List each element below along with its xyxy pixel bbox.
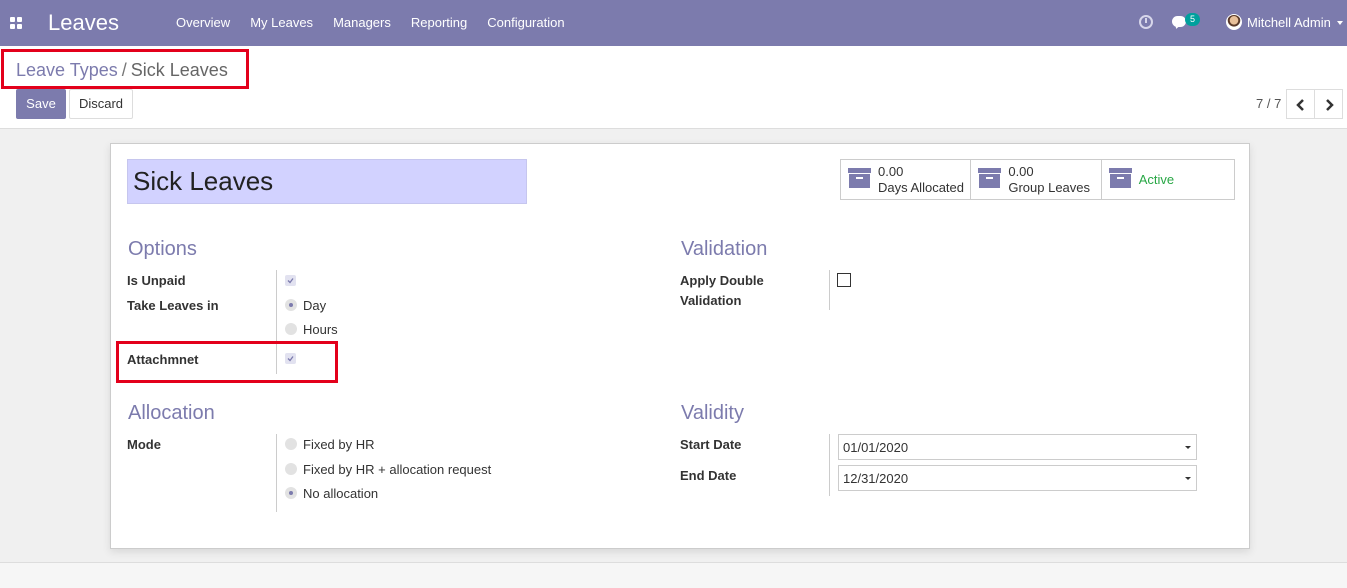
user-avatar[interactable] — [1226, 14, 1242, 30]
chevron-right-icon — [1326, 99, 1334, 111]
menu-item-configuration[interactable]: Configuration — [477, 0, 574, 46]
take-leaves-day-label[interactable]: Day — [303, 298, 326, 313]
message-count-badge: 5 — [1185, 13, 1200, 26]
group-leaves-value: 0.00 — [1008, 164, 1034, 179]
top-navbar: Leaves Overview My Leaves Managers Repor… — [0, 0, 1347, 46]
validation-section-title: Validation — [681, 238, 768, 260]
mode-fixed-by-hr-request-label[interactable]: Fixed by HR + allocation request — [303, 462, 491, 477]
pager-next-button[interactable] — [1314, 89, 1343, 119]
app-title[interactable]: Leaves — [48, 10, 119, 36]
main-menu: Overview My Leaves Managers Reporting Co… — [166, 0, 575, 46]
archive-icon — [1108, 168, 1132, 188]
days-allocated-value: 0.00 — [878, 164, 904, 179]
pager-value[interactable]: 7 / 7 — [1256, 96, 1281, 111]
menu-item-managers[interactable]: Managers — [323, 0, 401, 46]
user-menu-name[interactable]: Mitchell Admin — [1247, 15, 1331, 30]
double-validation-checkbox[interactable] — [837, 273, 851, 287]
field-separator — [276, 434, 277, 512]
start-date-value: 01/01/2020 — [843, 440, 909, 455]
is-unpaid-checkbox[interactable] — [285, 275, 296, 286]
end-date-value: 12/31/2020 — [843, 471, 909, 486]
take-leaves-hours-radio[interactable] — [285, 323, 297, 335]
checkmark-icon — [287, 278, 294, 284]
validity-section-title: Validity — [681, 402, 744, 424]
apps-grid-icon[interactable] — [10, 17, 22, 29]
activity-clock-icon[interactable] — [1139, 15, 1153, 29]
discard-button[interactable]: Discard — [69, 89, 133, 119]
days-allocated-label: Days Allocated — [878, 180, 964, 195]
dropdown-caret-icon — [1185, 446, 1191, 449]
checkmark-icon — [287, 356, 294, 362]
active-toggle-button[interactable]: Active — [1102, 160, 1234, 199]
is-unpaid-label: Is Unpaid — [127, 273, 186, 288]
mode-no-allocation-label[interactable]: No allocation — [303, 486, 378, 501]
menu-item-reporting[interactable]: Reporting — [401, 0, 477, 46]
mode-no-allocation-radio[interactable] — [285, 487, 297, 499]
breadcrumb: Leave Types / Sick Leaves — [16, 60, 228, 81]
control-panel: Leave Types / Sick Leaves Save Discard 7 /… — [0, 46, 1347, 129]
field-separator — [829, 270, 830, 310]
take-leaves-hours-label[interactable]: Hours — [303, 322, 338, 337]
group-leaves-label: Group Leaves — [1008, 180, 1091, 195]
end-date-input[interactable]: 12/31/2020 — [838, 465, 1197, 491]
start-date-label: Start Date — [680, 437, 742, 452]
leave-type-name-input[interactable]: Sick Leaves — [127, 159, 527, 204]
attachment-label: Attachmnet — [127, 352, 199, 367]
archive-icon — [848, 168, 871, 188]
field-separator — [276, 270, 277, 374]
form-sheet: Sick Leaves 0.00 Days Allocated 0.00 Gro… — [110, 143, 1250, 549]
smart-buttons-box: 0.00 Days Allocated 0.00 Group Leaves Ac… — [840, 159, 1235, 200]
options-section-title: Options — [128, 238, 197, 260]
take-leaves-day-radio[interactable] — [285, 299, 297, 311]
breadcrumb-current: Sick Leaves — [130, 60, 228, 80]
group-leaves-button[interactable]: 0.00 Group Leaves — [971, 160, 1102, 199]
take-leaves-in-label: Take Leaves in — [127, 298, 219, 313]
mode-fixed-by-hr-request-radio[interactable] — [285, 463, 297, 475]
pager-previous-button[interactable] — [1286, 89, 1315, 119]
attachment-checkbox[interactable] — [285, 353, 296, 364]
breadcrumb-leave-types[interactable]: Leave Types — [16, 60, 118, 80]
breadcrumb-separator: / — [121, 60, 127, 80]
chevron-down-icon[interactable] — [1337, 21, 1343, 25]
allocation-section-title: Allocation — [128, 402, 215, 424]
dropdown-caret-icon — [1185, 477, 1191, 480]
menu-item-my-leaves[interactable]: My Leaves — [240, 0, 323, 46]
archive-icon — [978, 168, 1002, 188]
messaging-icon[interactable] — [1172, 16, 1186, 27]
bottom-chatter-area — [0, 562, 1347, 588]
active-status-label: Active — [1138, 172, 1175, 187]
double-validation-label-line2: Validation — [680, 293, 742, 308]
days-allocated-button[interactable]: 0.00 Days Allocated — [841, 160, 972, 199]
chevron-left-icon — [1296, 99, 1304, 111]
start-date-input[interactable]: 01/01/2020 — [838, 434, 1197, 460]
field-separator — [829, 434, 830, 496]
double-validation-label-line1: Apply Double — [680, 273, 764, 288]
mode-fixed-by-hr-radio[interactable] — [285, 438, 297, 450]
end-date-label: End Date — [680, 468, 737, 483]
mode-label: Mode — [127, 437, 161, 452]
mode-fixed-by-hr-label[interactable]: Fixed by HR — [303, 437, 375, 452]
save-button[interactable]: Save — [16, 89, 66, 119]
menu-item-overview[interactable]: Overview — [166, 0, 240, 46]
